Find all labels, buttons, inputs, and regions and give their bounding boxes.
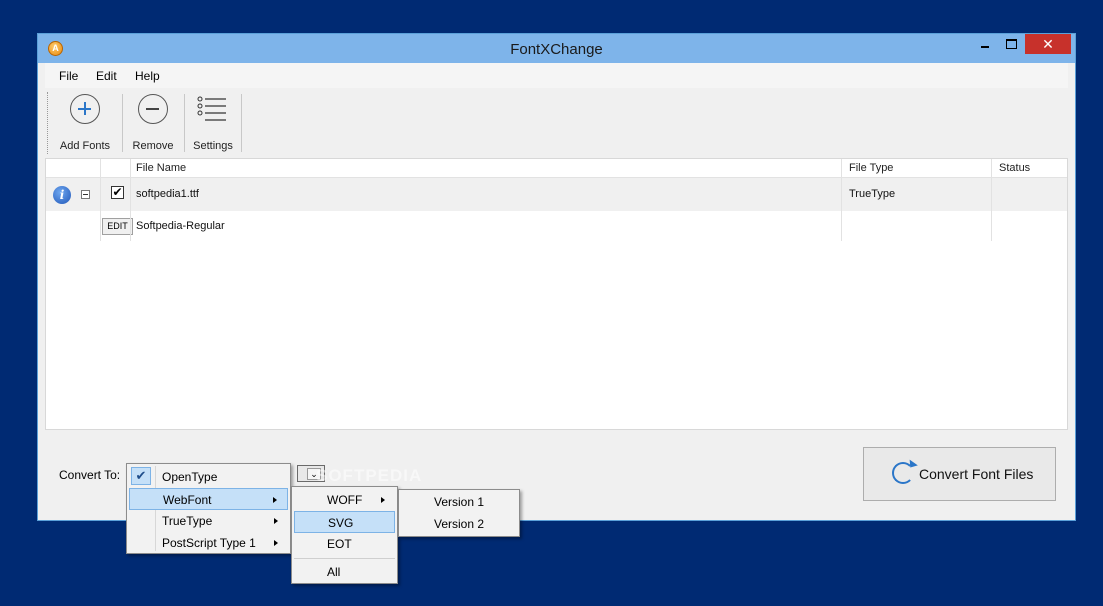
- font-file-grid[interactable]: File Name File Type Status i ✔ softpedia…: [45, 158, 1068, 430]
- add-icon: [70, 94, 100, 124]
- file-name-cell: softpedia1.ttf: [136, 188, 199, 200]
- convert-to-menu: ✔ OpenType WebFont TrueType PostScript T…: [126, 463, 291, 554]
- menu-item-version-2[interactable]: Version 2: [401, 513, 517, 535]
- close-button[interactable]: ✕: [1025, 34, 1071, 54]
- column-status[interactable]: Status: [999, 162, 1030, 174]
- app-window: A FontXChange ✕ File Edit Help Add Fonts…: [37, 33, 1076, 521]
- menu-item-webfont[interactable]: WebFont: [129, 488, 288, 510]
- grid-divider: [991, 159, 992, 241]
- submenu-arrow-icon: [381, 497, 385, 503]
- info-icon[interactable]: i: [53, 186, 71, 204]
- table-row[interactable]: EDIT Softpedia-Regular: [46, 211, 1067, 241]
- menu-bar: File Edit Help: [45, 63, 1068, 88]
- column-file-name[interactable]: File Name: [136, 162, 186, 174]
- settings-button[interactable]: Settings: [187, 92, 239, 154]
- grid-divider: [100, 159, 101, 241]
- font-name-cell: Softpedia-Regular: [136, 220, 225, 232]
- convert-to-label: Convert To:: [59, 468, 121, 482]
- minimize-button[interactable]: [972, 34, 998, 54]
- window-title: FontXChange: [510, 41, 603, 58]
- toolbar-separator: [241, 94, 242, 152]
- menu-item-opentype[interactable]: ✔ OpenType: [129, 466, 288, 488]
- menu-item-all[interactable]: All: [294, 561, 395, 583]
- grid-divider: [841, 159, 842, 241]
- grid-header: File Name File Type Status: [46, 159, 1067, 178]
- list-settings-icon: [197, 96, 226, 121]
- menu-separator: [294, 558, 395, 559]
- menu-item-version-1[interactable]: Version 1: [401, 491, 517, 513]
- submenu-arrow-icon: [274, 518, 278, 524]
- collapse-toggle-icon[interactable]: [81, 190, 90, 199]
- file-type-cell: TrueType: [849, 188, 896, 200]
- menu-help[interactable]: Help: [135, 69, 160, 83]
- woff-submenu: Version 1 Version 2: [398, 489, 520, 537]
- remove-icon: [138, 94, 168, 124]
- check-icon: ✔: [131, 467, 151, 485]
- menu-file[interactable]: File: [59, 69, 78, 83]
- menu-item-woff[interactable]: WOFF: [294, 489, 395, 511]
- convert-font-files-button[interactable]: Convert Font Files: [863, 447, 1056, 501]
- toolbar-separator: [122, 94, 123, 152]
- menu-item-eot[interactable]: EOT: [294, 533, 395, 555]
- close-icon: ✕: [1042, 36, 1054, 52]
- toolbar-separator: [184, 94, 185, 152]
- add-fonts-button[interactable]: Add Fonts: [52, 92, 118, 154]
- menu-item-postscript-type-1[interactable]: PostScript Type 1: [129, 532, 288, 554]
- menu-edit[interactable]: Edit: [96, 69, 117, 83]
- menu-item-truetype[interactable]: TrueType: [129, 510, 288, 532]
- webfont-submenu: WOFF SVG EOT All: [291, 486, 398, 584]
- remove-button[interactable]: Remove: [125, 92, 181, 154]
- toolbar-grip[interactable]: [47, 92, 49, 154]
- edit-font-button[interactable]: EDIT: [102, 218, 133, 235]
- maximize-button[interactable]: [998, 34, 1024, 54]
- menu-item-svg[interactable]: SVG: [294, 511, 395, 533]
- grid-divider: [130, 159, 131, 241]
- toolbar: Add Fonts Remove Settings: [45, 88, 1068, 158]
- title-bar[interactable]: A FontXChange ✕: [38, 34, 1075, 63]
- table-row[interactable]: i ✔ softpedia1.ttf TrueType: [46, 178, 1067, 211]
- row-checkbox[interactable]: ✔: [111, 186, 124, 199]
- submenu-arrow-icon: [274, 540, 278, 546]
- submenu-arrow-icon: [273, 497, 277, 503]
- softpedia-watermark: SOFTPEDIA: [316, 466, 423, 485]
- column-file-type[interactable]: File Type: [849, 162, 893, 174]
- refresh-icon: [892, 462, 914, 484]
